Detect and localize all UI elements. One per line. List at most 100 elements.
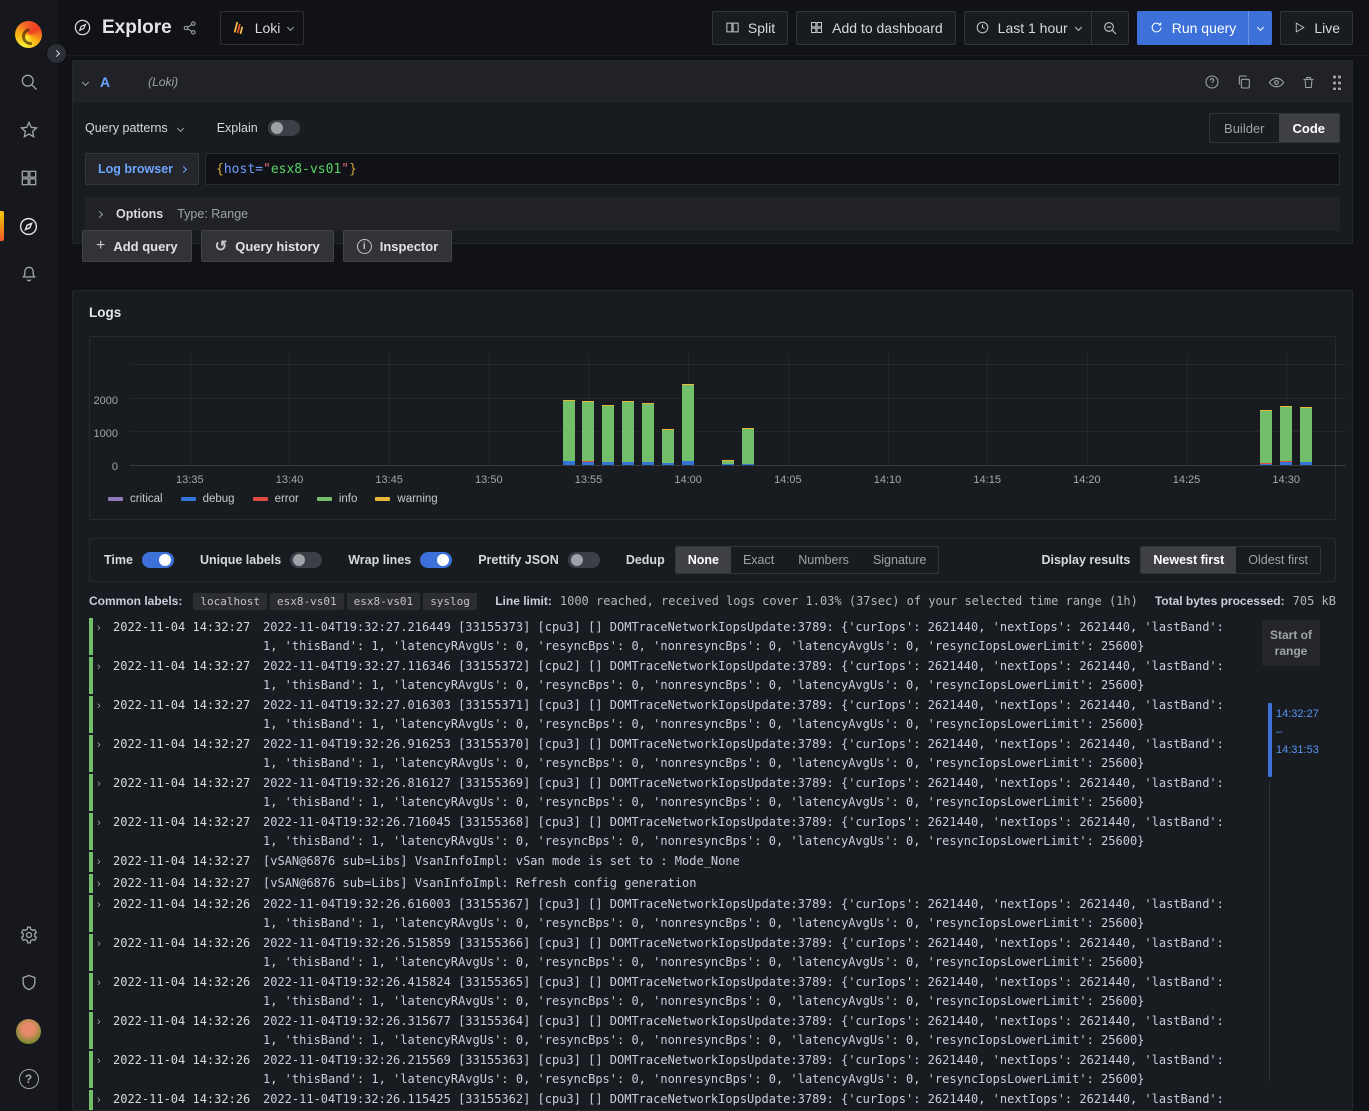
volume-bar[interactable] [1280,353,1292,465]
sidebar-item-profile[interactable] [0,1011,57,1051]
volume-bar[interactable] [682,353,694,465]
sidebar-item-alerting[interactable] [0,254,57,294]
log-row[interactable]: ›2022-11-04 14:32:272022-11-04T19:32:26.… [89,735,1236,772]
sidebar-item-dashboards[interactable] [0,158,57,198]
row-expand-chevron-icon[interactable]: › [97,934,111,954]
volume-bar[interactable] [642,353,654,465]
toggle-switch-wrap-lines[interactable] [420,552,452,568]
volume-bar[interactable] [622,353,634,465]
drag-handle-icon[interactable] [1332,74,1342,90]
dedup-option-signature[interactable]: Signature [861,547,939,573]
chevron-down-icon[interactable] [177,124,184,131]
row-expand-chevron-icon[interactable]: › [97,852,111,872]
zoom-out-button[interactable] [1092,12,1128,44]
volume-bar[interactable] [722,353,734,465]
log-row[interactable]: ›2022-11-04 14:32:272022-11-04T19:32:27.… [89,696,1236,733]
row-expand-chevron-icon[interactable]: › [97,813,111,833]
legend-item-error[interactable]: error [253,493,299,505]
builder-mode-button[interactable]: Builder [1210,114,1278,142]
log-browser-button[interactable]: Log browser [85,153,199,185]
query-row-header[interactable]: A (Loki) [73,61,1352,103]
legend-item-debug[interactable]: debug [181,493,235,505]
row-expand-chevron-icon[interactable]: › [97,657,111,677]
row-expand-chevron-icon[interactable]: › [97,895,111,915]
chart-plot-area[interactable] [130,353,1346,466]
trash-icon[interactable] [1301,75,1316,90]
log-row[interactable]: ›2022-11-04 14:32:272022-11-04T19:32:27.… [89,657,1236,694]
dedup-option-numbers[interactable]: Numbers [786,547,861,573]
row-expand-chevron-icon[interactable]: › [97,1090,111,1110]
range-indicator-bar[interactable] [1268,703,1272,777]
row-expand-chevron-icon[interactable]: › [97,874,111,894]
dedup-option-none[interactable]: None [676,547,731,573]
add-query-button[interactable]: + Add query [82,230,192,262]
toggle-switch-time[interactable] [142,552,174,568]
sidebar-item-search[interactable] [0,62,57,102]
query-options-row[interactable]: Options Type: Range [85,197,1340,231]
query-expression-input[interactable]: {host="esx8-vs01"} [205,153,1340,185]
eye-icon[interactable] [1268,74,1285,91]
datasource-picker[interactable]: Loki [220,11,305,45]
log-row[interactable]: ›2022-11-04 14:32:262022-11-04T19:32:26.… [89,973,1236,1010]
legend-item-warning[interactable]: warning [375,493,437,505]
dedup-option-exact[interactable]: Exact [731,547,786,573]
y-axis-tick: 1000 [94,428,118,440]
volume-bar[interactable] [582,353,594,465]
inspector-button[interactable]: i Inspector [343,230,453,262]
volume-bar[interactable] [1300,353,1312,465]
logs-minimap[interactable]: Start of range 14:32:27 – 14:31:53 [1244,618,1336,1088]
share-icon[interactable] [182,20,198,36]
log-row[interactable]: ›2022-11-04 14:32:262022-11-04T19:32:26.… [89,934,1236,971]
log-row[interactable]: ›2022-11-04 14:32:272022-11-04T19:32:27.… [89,618,1236,655]
row-expand-chevron-icon[interactable]: › [97,774,111,794]
time-range-button[interactable]: Last 1 hour [965,12,1091,44]
volume-bar[interactable] [662,353,674,465]
sidebar-expand-button[interactable] [46,43,67,64]
sidebar-item-explore[interactable] [0,206,57,246]
log-row[interactable]: ›2022-11-04 14:32:272022-11-04T19:32:26.… [89,813,1236,850]
run-query-dropdown[interactable] [1248,11,1272,45]
legend-label: warning [397,493,437,505]
collapse-chevron-icon[interactable] [82,78,89,85]
volume-bar[interactable] [602,353,614,465]
query-ref-id[interactable]: A [100,74,110,90]
help-icon[interactable] [1204,74,1220,90]
copy-icon[interactable] [1236,74,1252,90]
query-history-button[interactable]: ↺ Query history [201,230,334,262]
row-expand-chevron-icon[interactable]: › [97,973,111,993]
row-expand-chevron-icon[interactable]: › [97,1051,111,1071]
log-row[interactable]: ›2022-11-04 14:32:27[vSAN@6876 sub=Libs]… [89,874,1236,894]
live-button[interactable]: Live [1280,11,1353,45]
toggle-switch-unique-labels[interactable] [290,552,322,568]
display-option-oldest-first[interactable]: Oldest first [1236,547,1320,573]
code-mode-button[interactable]: Code [1279,114,1340,142]
sidebar-item-starred[interactable] [0,110,57,150]
volume-bar[interactable] [742,353,754,465]
run-query-button[interactable]: Run query [1137,11,1273,45]
display-option-newest-first[interactable]: Newest first [1141,547,1236,573]
row-expand-chevron-icon[interactable]: › [97,618,111,638]
toggle-switch-prettify-json[interactable] [568,552,600,568]
volume-bar[interactable] [563,353,575,465]
log-row[interactable]: ›2022-11-04 14:32:262022-11-04T19:32:26.… [89,1090,1236,1111]
log-row[interactable]: ›2022-11-04 14:32:262022-11-04T19:32:26.… [89,1051,1236,1088]
log-row[interactable]: ›2022-11-04 14:32:272022-11-04T19:32:26.… [89,774,1236,811]
legend-item-critical[interactable]: critical [108,493,163,505]
row-expand-chevron-icon[interactable]: › [97,696,111,716]
row-expand-chevron-icon[interactable]: › [97,735,111,755]
legend-item-info[interactable]: info [317,493,358,505]
toggle-label-unique-labels: Unique labels [200,553,281,567]
log-row[interactable]: ›2022-11-04 14:32:262022-11-04T19:32:26.… [89,1012,1236,1049]
sidebar-item-configuration[interactable] [0,915,57,955]
split-button[interactable]: Split [712,11,788,45]
log-row[interactable]: ›2022-11-04 14:32:262022-11-04T19:32:26.… [89,895,1236,932]
sidebar-item-help[interactable]: ? [0,1059,57,1099]
query-patterns-button[interactable]: Query patterns [85,121,168,135]
row-expand-chevron-icon[interactable]: › [97,1012,111,1032]
explain-toggle[interactable] [268,120,300,136]
volume-bar[interactable] [1260,353,1272,465]
log-row[interactable]: ›2022-11-04 14:32:27[vSAN@6876 sub=Libs]… [89,852,1236,872]
sidebar-item-server-admin[interactable] [0,963,57,1003]
run-query-main[interactable]: Run query [1137,11,1249,45]
add-to-dashboard-button[interactable]: Add to dashboard [796,11,956,45]
